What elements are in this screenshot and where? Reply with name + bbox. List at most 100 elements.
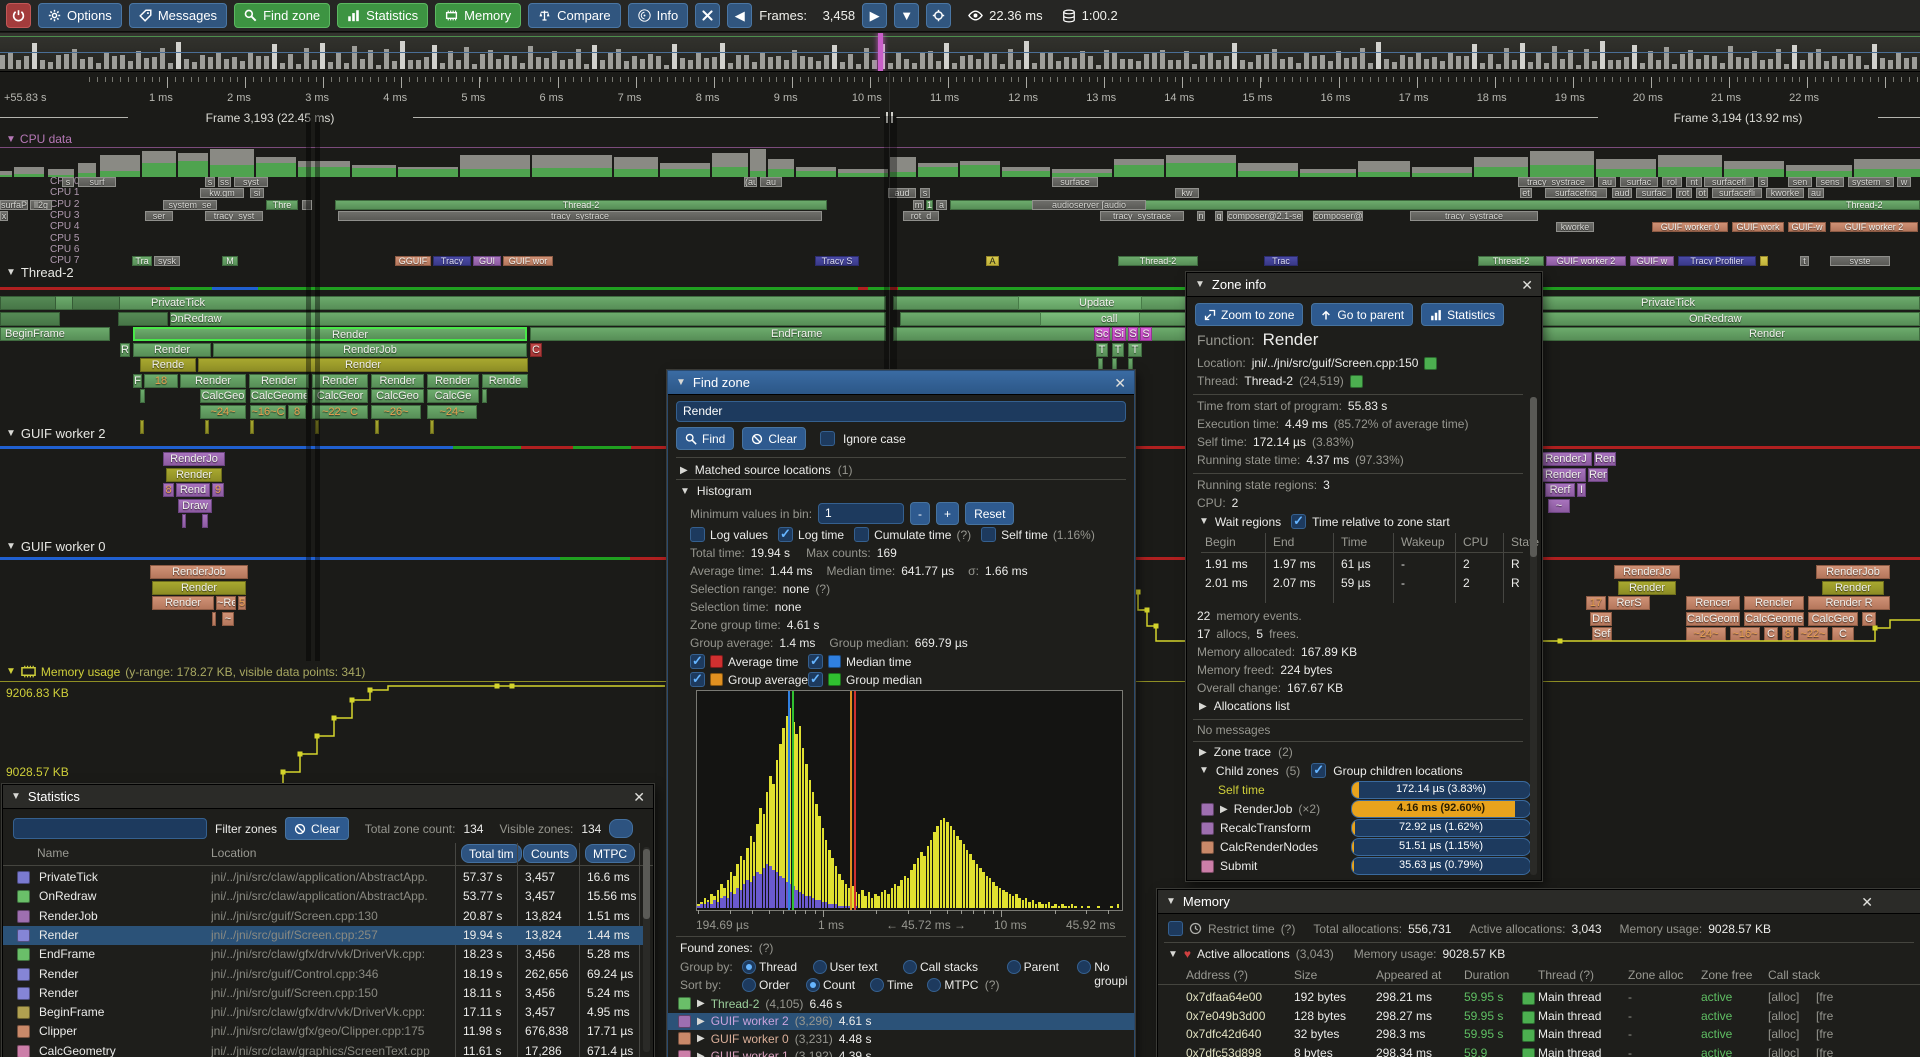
cpu-zone[interactable]: surfaPt xyxy=(0,200,28,210)
log-time-checkbox[interactable] xyxy=(778,527,793,542)
timeline-zone[interactable]: CalcGeo xyxy=(1808,612,1858,626)
group-by-radio-call-stacks[interactable] xyxy=(903,960,917,974)
allocation-row[interactable]: 0x7dfaa64e00192 bytes298.21 ms59.95 sMai… xyxy=(1158,989,1920,1007)
cpu-zone[interactable]: surfacefl xyxy=(1704,177,1754,187)
frame-label[interactable]: Frame 3,193 (22.45 ms) xyxy=(130,111,410,125)
next-frame-button[interactable]: ▶ xyxy=(862,3,887,28)
frame-label[interactable]: Frame 3,194 (13.92 ms) xyxy=(1598,111,1878,125)
matched-source-locations[interactable]: ▶Matched source locations(1) xyxy=(680,463,852,477)
cpu-zone[interactable]: rol xyxy=(1662,177,1682,187)
cpu-zone[interactable]: rot xyxy=(1676,188,1692,198)
timeline-zone[interactable]: RenderJob xyxy=(150,565,248,579)
cpu-zone[interactable]: Tracy S xyxy=(815,256,859,266)
timeline-zone[interactable]: Render xyxy=(427,374,479,388)
timeline-zone[interactable] xyxy=(375,420,379,434)
memory-column-header[interactable]: Address (?) xyxy=(1186,968,1248,982)
info-button[interactable]: Info xyxy=(628,3,689,28)
stats-column-header[interactable]: MTPC xyxy=(585,844,635,863)
ignore-case-checkbox[interactable] xyxy=(820,431,835,446)
cpu-zone[interactable]: g xyxy=(1215,211,1223,221)
timeline-zone[interactable]: 8 xyxy=(163,483,174,497)
timeline-zone[interactable]: Rende xyxy=(482,374,528,388)
timeline-zone[interactable] xyxy=(482,389,487,403)
cpu-zone[interactable]: A xyxy=(986,256,999,266)
stats-row[interactable]: Renderjni/../jni/src/guif/Control.cpp:34… xyxy=(3,965,649,984)
thread-section-header[interactable]: ▼GUIF worker 0 xyxy=(6,539,105,554)
timeline-zone[interactable] xyxy=(0,296,56,310)
zone-thread[interactable]: Thread-2 xyxy=(1244,374,1293,388)
log-values-checkbox[interactable] xyxy=(690,527,705,542)
timeline-zone[interactable] xyxy=(140,420,144,434)
cpu-zone[interactable]: surf xyxy=(78,177,116,187)
cpu-zone[interactable]: kw xyxy=(1175,188,1199,198)
timeline-zone[interactable]: R xyxy=(120,343,130,357)
cpu-zone[interactable]: rot_d xyxy=(903,211,939,221)
cpu-zone[interactable]: m xyxy=(913,200,924,210)
cpu-zone[interactable]: M xyxy=(222,256,238,266)
cpu-zone[interactable]: s xyxy=(920,188,930,198)
timeline-zone[interactable] xyxy=(250,420,254,434)
timeline-zone[interactable]: 9 xyxy=(212,483,224,497)
timeline-zone[interactable] xyxy=(430,420,434,434)
cpu-zone[interactable]: GGUIF xyxy=(395,256,431,266)
allocation-row[interactable]: 0x7dfc53d8988 bytes298.34 ms59.9Main thr… xyxy=(1158,1045,1920,1057)
goto-frame-button[interactable] xyxy=(926,3,951,28)
timeline-zone[interactable]: Rencer xyxy=(1686,596,1740,610)
timeline-zone[interactable]: CalcGe xyxy=(427,389,479,403)
cpu-zone[interactable]: x xyxy=(0,211,8,221)
cpu-zone[interactable]: ll2g xyxy=(30,200,52,210)
cpu-zone[interactable]: system_s xyxy=(1848,177,1894,187)
timeline-zone[interactable]: ~ xyxy=(1548,499,1570,513)
cpu-zone[interactable]: Tra xyxy=(132,256,152,266)
clear-button[interactable]: Clear xyxy=(742,427,806,450)
timeline-zone[interactable]: C xyxy=(530,343,542,357)
wait-regions-section[interactable]: ▼Wait regionsTime relative to zone start xyxy=(1199,514,1450,529)
memory-column-header[interactable]: Duration xyxy=(1464,968,1509,982)
options-button[interactable]: Options xyxy=(38,3,122,28)
allocation-row[interactable]: 0x7e049b3d00128 bytes298.27 ms59.95 sMai… xyxy=(1158,1008,1920,1026)
group-by-radio-thread[interactable] xyxy=(742,960,756,974)
cpu-zone[interactable]: aud xyxy=(1612,188,1632,198)
timeline-zone[interactable]: Update xyxy=(1018,296,1142,310)
timeline-zone[interactable]: 5 xyxy=(238,596,246,610)
cpu-zone[interactable]: composer@2.1-se (HW xyxy=(1227,211,1303,221)
timeline-zone[interactable] xyxy=(72,296,120,310)
timeline-zone[interactable]: ~ xyxy=(222,612,234,626)
cpu-zone[interactable]: (au xyxy=(744,177,757,187)
timeline-zone[interactable]: Render xyxy=(180,374,246,388)
cpu-zone[interactable]: surfac xyxy=(1636,188,1672,198)
timeline-zone[interactable]: C xyxy=(1862,612,1876,626)
group-by-radio-parent[interactable] xyxy=(1007,960,1021,974)
cpu-zone[interactable]: s xyxy=(205,177,215,187)
group-children-checkbox[interactable] xyxy=(1311,763,1326,778)
cpu-zone[interactable]: Thread-2 xyxy=(1118,256,1198,266)
zone-info-titlebar[interactable]: ▼ Zone info ✕ xyxy=(1187,273,1541,297)
sort-by-radio-mtpc[interactable] xyxy=(927,978,941,992)
compare-button[interactable]: Compare xyxy=(528,3,620,28)
clear-filter-button[interactable]: Clear xyxy=(285,817,349,840)
cpu-zone[interactable]: Thre xyxy=(266,200,298,210)
timeline-zone[interactable]: OnRedraw xyxy=(170,312,886,326)
memory-column-header[interactable]: Zone alloc xyxy=(1628,968,1683,982)
cpu-zone[interactable]: kworke xyxy=(1556,222,1594,232)
sort-by-radio-count[interactable] xyxy=(806,978,820,992)
frames-overview-graph[interactable] xyxy=(0,33,1920,72)
cpu-zone[interactable]: surfac xyxy=(1620,177,1658,187)
zone-location[interactable]: jni/../jni/src/guif/Screen.cpp:150 xyxy=(1252,356,1419,370)
timeline-zone[interactable]: Rerf xyxy=(1545,483,1575,497)
timeline-zone[interactable]: ~22~ xyxy=(1798,627,1828,641)
cpu-zone[interactable]: tracy_systrace xyxy=(1100,211,1184,221)
close-icon[interactable]: ✕ xyxy=(1861,895,1873,909)
cpu-zone[interactable]: 1 xyxy=(926,200,933,210)
cpu-data-header[interactable]: ▼CPU data xyxy=(6,132,72,146)
cpu-zone[interactable]: GUIF worker 0 xyxy=(1652,222,1728,232)
timeline-zone[interactable]: T xyxy=(1112,343,1124,357)
frame-dropdown-button[interactable]: ▼ xyxy=(894,3,919,28)
cpu-zone[interactable]: a xyxy=(936,200,947,210)
relative-time-checkbox[interactable] xyxy=(1291,514,1306,529)
cpu-zone[interactable]: nt xyxy=(1686,177,1702,187)
self-time-checkbox[interactable] xyxy=(981,527,996,542)
group-by-radio-user-text[interactable] xyxy=(813,960,827,974)
timeline-zone[interactable]: ~22~ C xyxy=(312,405,368,419)
timeline-zone[interactable]: 8 xyxy=(1782,627,1794,641)
